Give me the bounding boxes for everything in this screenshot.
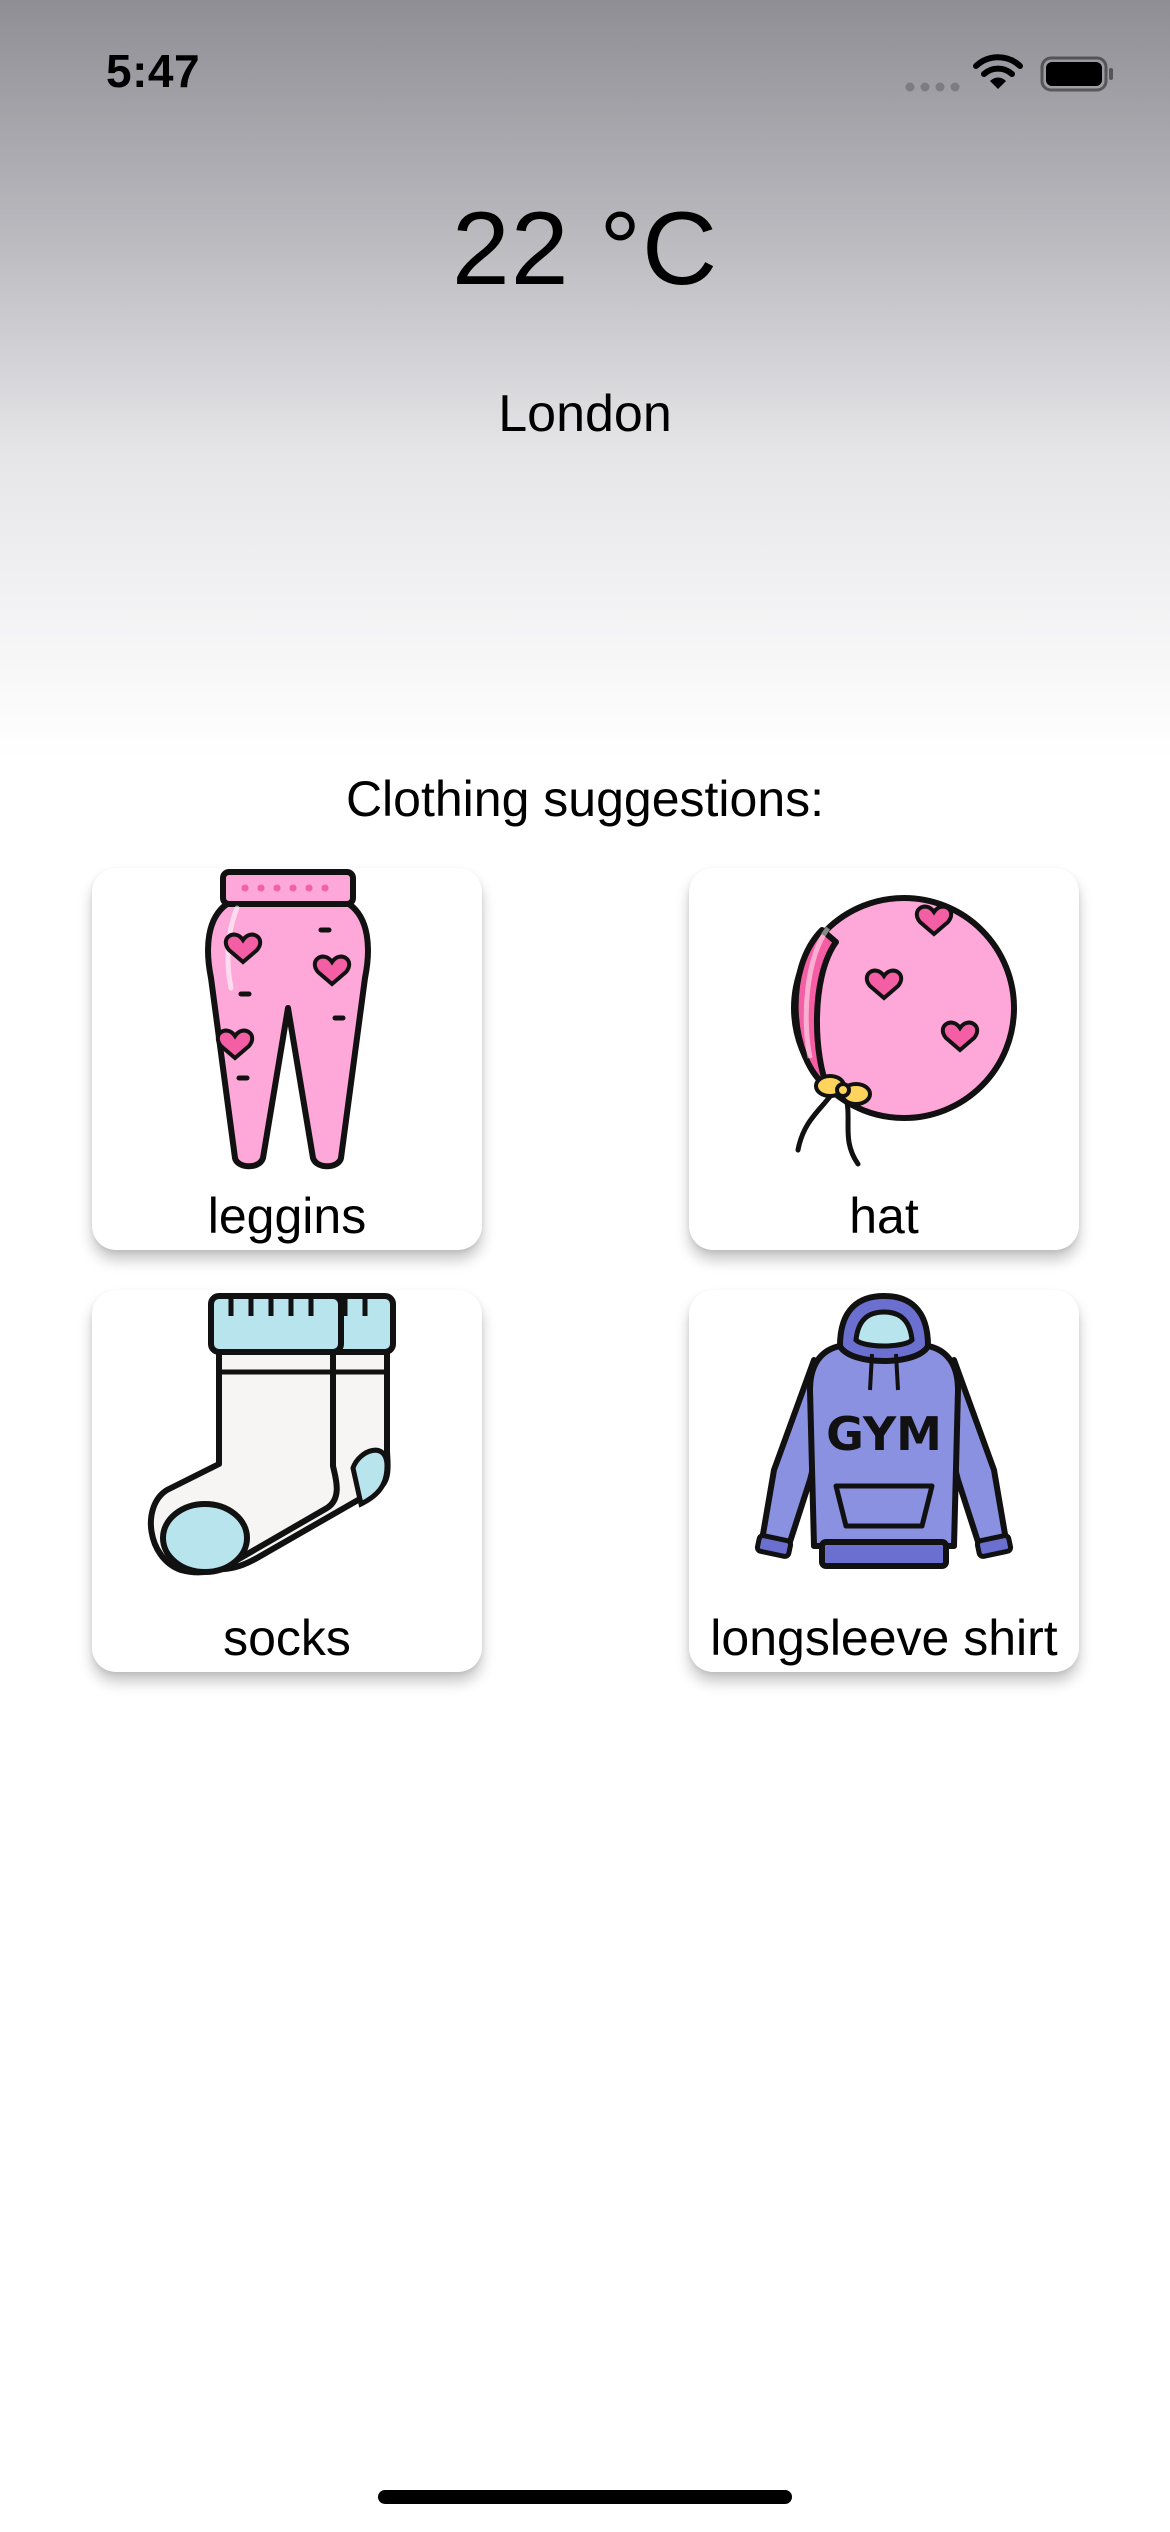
status-bar: 5:47 [0, 0, 1170, 150]
suggestion-label: socks [223, 1610, 351, 1666]
suggestion-label: longsleeve shirt [710, 1610, 1058, 1666]
wifi-icon [973, 54, 1023, 89]
suggestions-title: Clothing suggestions: [345, 771, 825, 827]
signal-dots-icon [905, 82, 960, 92]
leggings-icon [205, 869, 371, 1170]
bonnet-hat-icon [791, 895, 1017, 1167]
battery-icon [1040, 56, 1113, 92]
hoodie-icon: GYM [754, 1292, 1014, 1569]
home-indicator[interactable] [378, 2490, 792, 2504]
suggestion-card-socks[interactable]: socks [92, 1290, 482, 1672]
suggestion-card-longsleeve-shirt[interactable]: GYM longsleeve shirt [689, 1290, 1079, 1672]
suggestion-card-leggins[interactable]: leggins [92, 868, 482, 1250]
city-name: London [498, 385, 672, 443]
temperature-display: 22 °C [451, 191, 719, 307]
status-time: 5:47 [106, 45, 201, 97]
suggestion-label: hat [849, 1188, 919, 1244]
suggestion-card-hat[interactable]: hat [689, 868, 1079, 1250]
suggestion-label: leggins [207, 1188, 367, 1244]
socks-icon [148, 1293, 396, 1576]
hoodie-print: GYM [826, 1407, 942, 1461]
